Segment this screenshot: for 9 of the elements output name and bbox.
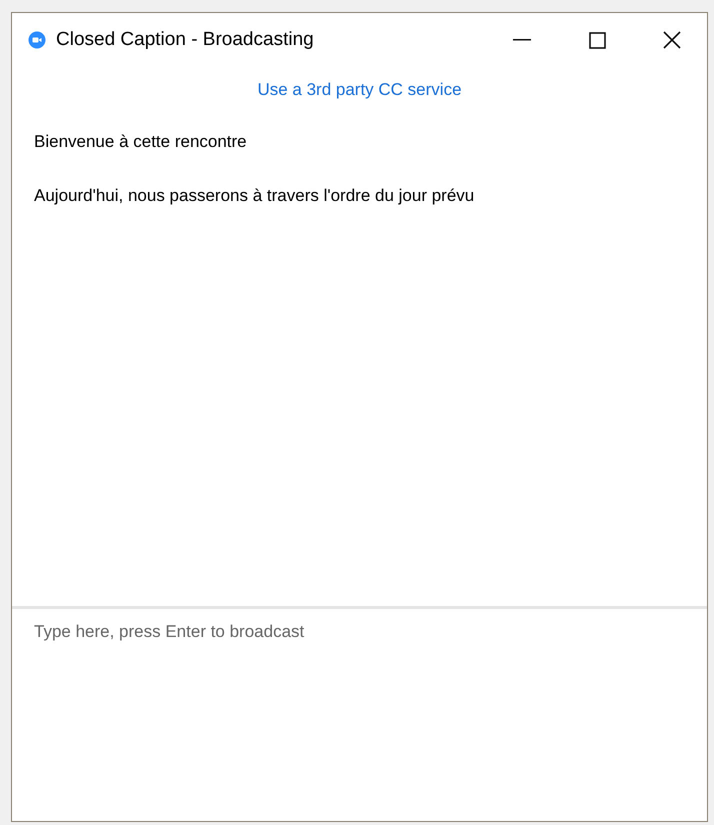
caption-line: Bienvenue à cette rencontre	[34, 130, 248, 152]
third-party-cc-link[interactable]: Use a 3rd party CC service	[257, 77, 462, 102]
caption-line: Aujourd'hui, nous passerons à travers l'ordre du jour prévu	[34, 185, 476, 207]
app-logo-icon	[28, 31, 46, 49]
close-icon	[663, 31, 681, 49]
caption-input-field[interactable]: Type here, press Enter to broadcast	[12, 606, 707, 821]
maximize-icon	[588, 32, 606, 48]
minimize-icon	[513, 39, 531, 41]
window-title: Closed Caption - Broadcasting	[56, 28, 314, 52]
